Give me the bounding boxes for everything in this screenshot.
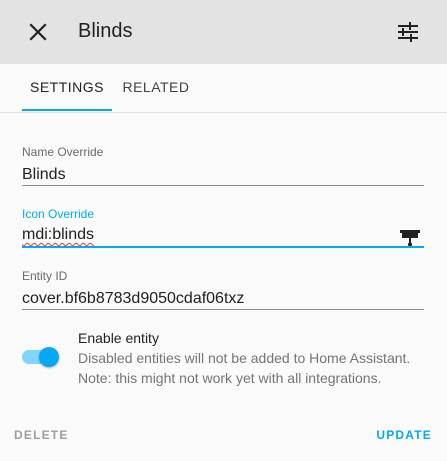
toggle-knob — [39, 347, 59, 367]
tab-related[interactable]: RELATED — [120, 64, 192, 110]
icon-override-field[interactable]: Icon Override mdi:blinds — [22, 207, 424, 249]
active-tab-indicator — [22, 109, 112, 111]
enable-entity-description-2: Note: this might not work yet with all i… — [78, 370, 382, 386]
entity-settings-button[interactable] — [392, 16, 424, 48]
dialog-header: Blinds — [0, 0, 447, 64]
icon-override-input[interactable]: mdi:blinds — [22, 226, 382, 248]
entity-id-label: Entity ID — [22, 269, 68, 283]
name-override-label: Name Override — [22, 145, 104, 159]
icon-override-underline — [22, 246, 424, 248]
enable-entity-title: Enable entity — [78, 330, 159, 346]
dialog-tabs: SETTINGS RELATED — [0, 64, 447, 113]
dialog-title: Blinds — [78, 20, 133, 42]
name-override-field[interactable]: Name Override — [22, 145, 424, 187]
name-override-underline — [22, 185, 424, 186]
icon-override-value: mdi:blinds — [22, 226, 95, 243]
update-button[interactable]: UPDATE — [376, 428, 432, 442]
enable-entity-text: Enable entity Disabled entities will not… — [78, 328, 438, 388]
delete-button[interactable]: DELETE — [14, 428, 69, 442]
enable-entity-toggle[interactable] — [22, 347, 60, 367]
enable-entity-description-1: Disabled entities will not be added to H… — [78, 350, 411, 366]
tab-settings[interactable]: SETTINGS — [22, 64, 112, 110]
close-icon — [29, 23, 47, 41]
tune-icon — [398, 22, 418, 42]
entity-id-underline — [22, 309, 424, 310]
name-override-input[interactable] — [22, 164, 382, 186]
icon-override-label: Icon Override — [22, 207, 95, 221]
close-button[interactable] — [22, 16, 54, 48]
entity-id-field[interactable]: Entity ID — [22, 269, 424, 311]
entity-id-input[interactable] — [22, 288, 382, 310]
